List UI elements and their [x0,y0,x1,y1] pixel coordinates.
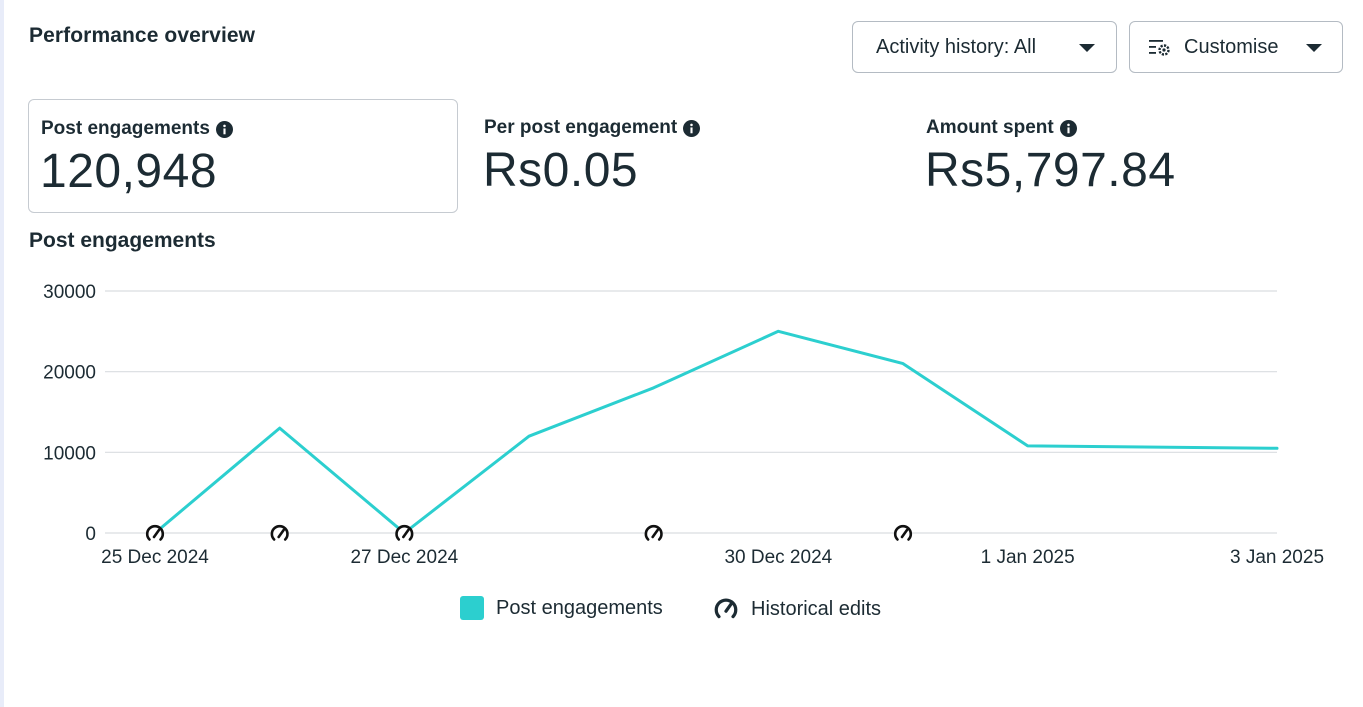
historical-edit-marker [270,524,289,543]
x-tick-label: 1 Jan 2025 [981,547,1075,568]
y-tick-label: 20000 [43,363,96,384]
series-line [153,329,1279,535]
x-tick-label: 27 Dec 2024 [350,547,458,568]
legend-label: Historical edits [751,597,882,620]
legend-label: Post engagements [496,596,663,619]
historical-edit-marker [395,524,414,543]
legend-swatch [460,596,484,620]
historical-edit-marker [145,524,165,543]
x-tick-label: 30 Dec 2024 [724,547,832,568]
x-tick-label: 3 Jan 2025 [1230,547,1324,568]
historical-edit-marker [893,524,913,543]
y-tick-label: 30000 [43,282,96,303]
historical-edit-marker [644,524,663,543]
legend-item-historical-edits[interactable]: Historical edits [713,596,881,622]
y-tick-label: 0 [85,524,96,545]
x-tick-label: 25 Dec 2024 [101,547,209,568]
post-engagements-chart: 0 10000 20000 30000 25 Dec 2024 27 Dec 2024 30… [43,282,1324,568]
y-tick-label: 10000 [43,443,96,464]
speedometer-edit-icon [714,598,738,619]
legend-item-post-engagements[interactable]: Post engagements [460,596,663,620]
